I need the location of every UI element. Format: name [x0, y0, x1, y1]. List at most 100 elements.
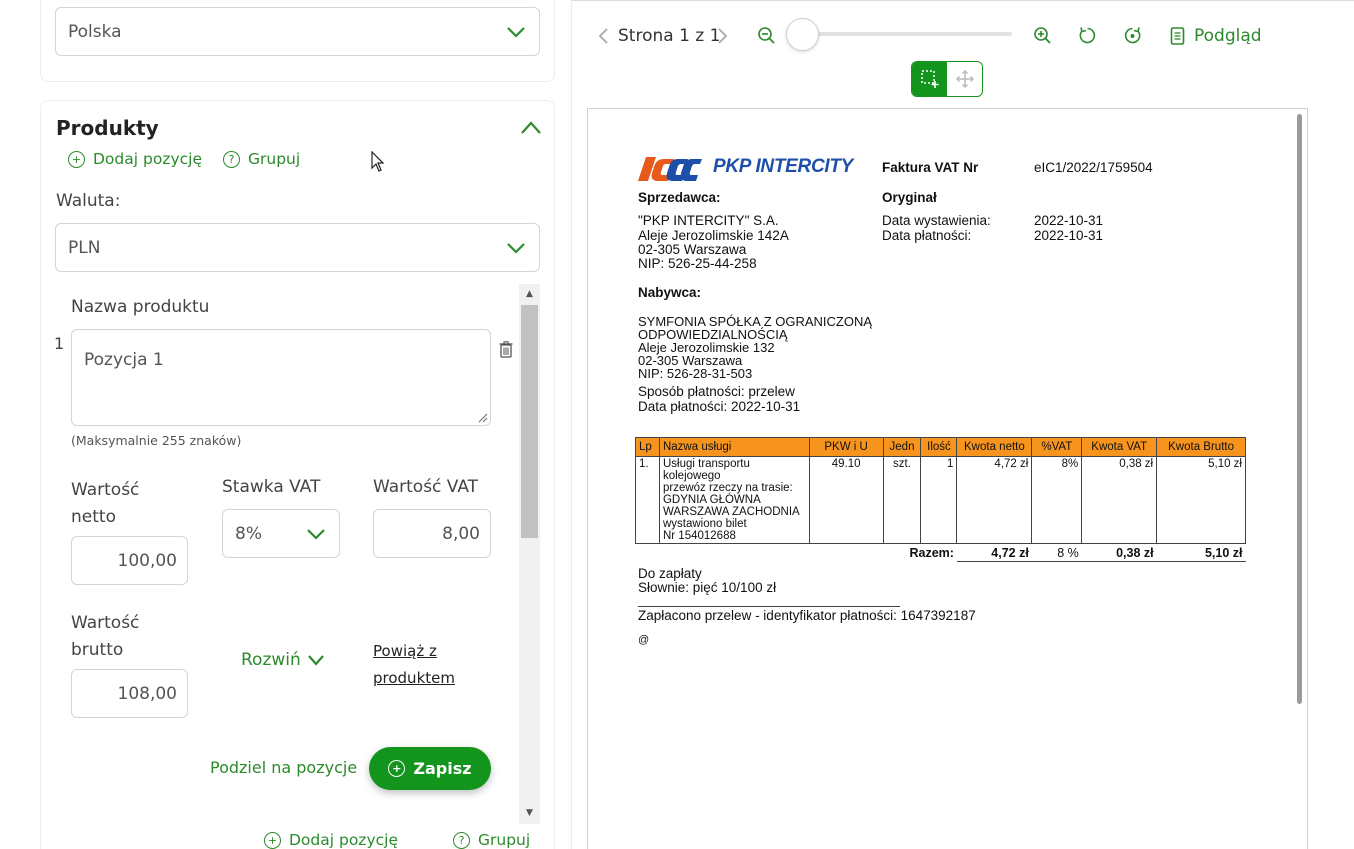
- th-gross: Kwota Brutto: [1156, 437, 1246, 457]
- currency-select[interactable]: PLN: [55, 223, 540, 272]
- zoom-in-icon[interactable]: [1033, 26, 1052, 45]
- chevron-down-icon: [307, 528, 325, 540]
- mouse-cursor-icon: [371, 151, 385, 172]
- cell-unit: szt.: [882, 456, 922, 544]
- payment-date-line: Data płatności: 2022-10-31: [638, 399, 801, 414]
- seller-nip: NIP: 526-25-44-258: [638, 256, 757, 271]
- chevron-right-icon[interactable]: [717, 27, 729, 45]
- split-items-link[interactable]: Podziel na pozycje: [210, 758, 357, 777]
- gross-value: 108,00: [117, 683, 177, 704]
- zoom-slider-track[interactable]: [800, 32, 1012, 36]
- document-icon: [1170, 27, 1185, 45]
- currency-select-value: PLN: [68, 237, 101, 258]
- buyer-nip: NIP: 526-28-31-503: [638, 366, 753, 381]
- sum-vat-pct: 8 %: [1031, 543, 1082, 562]
- payment-date: 2022-10-31: [1034, 228, 1104, 243]
- trash-icon[interactable]: [499, 341, 513, 358]
- pan-mode-button[interactable]: [947, 62, 982, 96]
- chevron-left-icon[interactable]: [597, 27, 609, 45]
- seller-name: "PKP INTERCITY" S.A.: [638, 213, 779, 228]
- vat-value-input[interactable]: 8,00: [373, 509, 491, 558]
- chevron-down-icon: [307, 655, 324, 666]
- country-select[interactable]: Polska: [55, 7, 540, 56]
- table-row: 1. Usługi transportu kolejowego przewóz …: [635, 456, 1246, 544]
- chevron-down-icon: [507, 242, 525, 254]
- save-label: Zapisz: [413, 759, 472, 778]
- select-area-icon: [920, 70, 938, 88]
- vat-rate-value: 8%: [235, 523, 262, 544]
- move-icon: [955, 69, 974, 89]
- seller-street: Aleje Jerozolimskie 142A: [638, 228, 789, 243]
- gross-value-input[interactable]: 108,00: [71, 669, 188, 718]
- th-name: Nazwa usługi: [658, 437, 810, 457]
- scroll-up-arrow-icon[interactable]: ▲: [519, 286, 540, 302]
- net-value-input[interactable]: 100,00: [71, 536, 188, 585]
- group-link[interactable]: ? Grupuj: [223, 150, 300, 168]
- currency-label: Waluta:: [56, 191, 121, 211]
- resize-grip-icon[interactable]: [478, 413, 488, 423]
- gross-value-label: Wartość brutto: [71, 613, 140, 660]
- expand-button[interactable]: Rozwiń: [241, 650, 325, 670]
- product-name-textarea[interactable]: Pozycja 1: [71, 329, 491, 426]
- buyer-label: Nabywca:: [638, 285, 702, 300]
- table-header-row: Lp Nazwa usługi PKW i U Jedn Ilość Kwota…: [635, 437, 1246, 457]
- products-scrollbar-thumb[interactable]: [521, 305, 538, 538]
- net-value-label: Wartość netto: [71, 480, 140, 527]
- amount-in-words: Słownie: pięć 10/100 zł: [638, 580, 777, 595]
- cell-lp: 1.: [635, 456, 660, 544]
- chevron-up-icon[interactable]: [520, 118, 542, 136]
- plus-circle-icon: +: [264, 831, 281, 849]
- bottom-group-label: Grupuj: [478, 831, 531, 849]
- invoice-number: eIC1/2022/1759504: [1034, 160, 1153, 175]
- expand-label: Rozwiń: [241, 650, 301, 670]
- bottom-add-item-link[interactable]: + Dodaj pozycję: [264, 831, 398, 849]
- rotate-left-icon[interactable]: [1078, 26, 1097, 45]
- payment-method: Sposób płatności: przelew: [638, 384, 795, 399]
- product-name-label: Nazwa produktu: [71, 297, 210, 317]
- invoice-title: Faktura VAT Nr: [882, 160, 979, 175]
- vat-value-label: Wartość VAT: [373, 477, 479, 497]
- help-circle-icon: ?: [453, 831, 470, 849]
- th-net: Kwota netto: [956, 437, 1033, 457]
- zoom-slider-knob[interactable]: [786, 18, 819, 51]
- zoom-out-icon[interactable]: [757, 26, 776, 45]
- cell-name: Usługi transportu kolejowego przewóz rze…: [658, 456, 810, 544]
- vat-rate-label: Stawka VAT: [222, 477, 321, 497]
- panel-divider: [571, 0, 572, 849]
- product-name-value: Pozycja 1: [84, 350, 164, 370]
- cell-vat-pct: 8%: [1031, 456, 1083, 544]
- add-item-link[interactable]: + Dodaj pozycję: [68, 150, 202, 168]
- plus-circle-icon: +: [68, 150, 85, 168]
- th-lp: Lp: [635, 437, 660, 457]
- seller-city: 02-305 Warszawa: [638, 242, 747, 257]
- save-button[interactable]: + Zapisz: [369, 747, 491, 790]
- cell-net: 4,72 zł: [956, 456, 1033, 544]
- bottom-add-item-label: Dodaj pozycję: [289, 831, 398, 849]
- sum-vat: 0,38 zł: [1081, 543, 1157, 562]
- select-area-mode-button[interactable]: [912, 62, 947, 96]
- sum-label: Razem:: [909, 546, 954, 560]
- link-product-link[interactable]: Powiąż z produktem: [373, 638, 503, 692]
- cell-gross: 5,10 zł: [1156, 456, 1246, 544]
- th-unit: Jedn: [882, 437, 922, 457]
- bottom-group-link[interactable]: ? Grupuj: [453, 831, 530, 849]
- viewer-mode-toggle[interactable]: [911, 61, 983, 97]
- chevron-down-icon: [507, 26, 525, 38]
- th-qty: Ilość: [920, 437, 958, 457]
- table-sum-row: Razem: 4,72 zł 8 % 0,38 zł 5,10 zł: [636, 543, 1246, 562]
- group-label: Grupuj: [248, 150, 301, 168]
- page-indicator: Strona 1 z 1: [618, 26, 721, 46]
- vat-rate-select[interactable]: 8%: [222, 509, 340, 558]
- separator-line: [638, 606, 900, 607]
- th-vat-pct: %VAT: [1031, 437, 1083, 457]
- th-vat: Kwota VAT: [1081, 437, 1158, 457]
- preview-button[interactable]: Podgląd: [1170, 26, 1262, 46]
- cell-pkwiu: 49.10: [808, 456, 884, 544]
- scroll-down-arrow-icon[interactable]: ▼: [519, 805, 540, 821]
- rotate-right-icon[interactable]: [1123, 26, 1142, 45]
- add-item-label: Dodaj pozycję: [93, 150, 202, 168]
- document-scrollbar[interactable]: [1297, 114, 1302, 704]
- to-pay-label: Do zapłaty: [638, 566, 702, 581]
- paid-note: Zapłacono przelew - identyfikator płatno…: [638, 608, 976, 623]
- invoice-items-table: Lp Nazwa usługi PKW i U Jedn Ilość Kwota…: [635, 437, 1246, 562]
